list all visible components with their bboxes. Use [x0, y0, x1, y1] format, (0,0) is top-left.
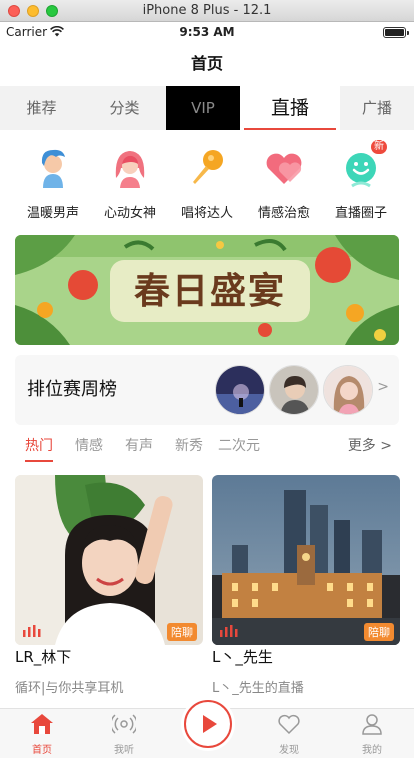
subtab-audio[interactable]: 有声 [125, 435, 153, 463]
heart-outline-icon [278, 714, 300, 735]
tab-vip[interactable]: VIP [166, 86, 240, 130]
tabbar-label: 我的 [362, 745, 382, 756]
category-label: 情感治愈 [257, 206, 310, 221]
microphone-icon [183, 144, 231, 192]
subtab-hot[interactable]: 热门 [25, 435, 53, 463]
smile-circle-icon: 新 [337, 140, 387, 192]
category-singer[interactable]: 唱将达人 [167, 140, 247, 221]
simulator-title-bar: iPhone 8 Plus - 12.1 [0, 0, 414, 22]
category-label: 心动女神 [103, 206, 156, 221]
live-cover-image: 陪聊 [212, 475, 400, 645]
play-icon [203, 715, 217, 733]
user-icon [362, 714, 382, 735]
battery-icon [383, 27, 409, 38]
page-title: 首页 [190, 54, 223, 73]
male-avatar-icon [29, 144, 77, 192]
tabbar-discover[interactable]: 发现 [259, 713, 319, 756]
chat-tag: 陪聊 [364, 623, 394, 641]
category-heart-goddess[interactable]: 心动女神 [90, 140, 170, 221]
promo-banner[interactable]: 春日盛宴 [15, 235, 399, 345]
chat-tag: 陪聊 [167, 623, 197, 641]
subtab-acg[interactable]: 二次元 [218, 435, 260, 463]
tab-live[interactable]: 直播 [240, 86, 340, 130]
live-card[interactable]: 陪聊 LR_林下 循环|与你共享耳机 [15, 475, 203, 696]
chevron-right-icon: > [377, 379, 389, 395]
category-label: 唱将达人 [180, 206, 233, 221]
tab-recommend[interactable]: 推荐 [0, 86, 83, 130]
audio-wave-icon [220, 625, 238, 637]
new-badge: 新 [371, 140, 387, 154]
rank-avatar-2[interactable] [269, 365, 319, 415]
heart-icon [260, 144, 308, 192]
banner-title: 春日盛宴 [133, 270, 286, 312]
tabbar-home[interactable]: 首页 [12, 713, 72, 756]
rank-avatar-3[interactable] [323, 365, 373, 415]
tab-category[interactable]: 分类 [83, 86, 166, 130]
live-cover-image: 陪聊 [15, 475, 203, 645]
broadcast-icon [110, 714, 138, 734]
category-live-circle[interactable]: 新 直播圈子 [321, 140, 401, 221]
more-link[interactable]: 更多 > [348, 435, 392, 457]
rank-title: 排位赛周榜 [27, 379, 117, 400]
card-subtitle: 循环|与你共享耳机 [15, 681, 124, 696]
card-title: LR_林下 [15, 648, 72, 666]
live-card[interactable]: 陪聊 L丶_先生 L丶_先生的直播 [212, 475, 400, 696]
card-title: L丶_先生 [212, 648, 273, 666]
play-button[interactable] [184, 700, 232, 748]
tabbar-label: 我听 [114, 745, 134, 756]
card-subtitle: L丶_先生的直播 [212, 681, 304, 696]
status-time: 9:53 AM [179, 25, 235, 39]
category-warm-male-voice[interactable]: 温暖男声 [13, 140, 93, 221]
tabbar-mine[interactable]: 我的 [342, 713, 402, 756]
tabbar-label: 首页 [32, 745, 52, 756]
simulator-title: iPhone 8 Plus - 12.1 [142, 3, 272, 18]
tab-radio[interactable]: 广播 [340, 86, 414, 130]
tabbar-label: 发现 [279, 745, 299, 756]
audio-wave-icon [23, 625, 41, 637]
subtab-newcomer[interactable]: 新秀 [175, 435, 203, 463]
female-avatar-icon [106, 144, 154, 192]
navigation-bar: 首页 [0, 42, 414, 86]
rank-avatar-1[interactable] [215, 365, 265, 415]
top-tabs: 推荐 分类 VIP 直播 广播 [0, 86, 414, 130]
weekly-rank-section[interactable]: 排位赛周榜 > [15, 355, 399, 425]
category-row: 温暖男声 心动女神 唱将达人 情感治愈 新 直播圈子 [0, 140, 414, 225]
category-label: 直播圈子 [334, 206, 387, 221]
category-label: 温暖男声 [26, 206, 79, 221]
subtab-emotion[interactable]: 情感 [75, 435, 103, 463]
status-bar: Carrier 9:53 AM [0, 22, 414, 42]
tabbar-listen[interactable]: 我听 [94, 713, 154, 756]
home-icon [31, 714, 53, 734]
sub-tabs: 热门 情感 有声 新秀 二次元 更多 > [0, 435, 414, 465]
category-emotional-healing[interactable]: 情感治愈 [244, 140, 324, 221]
